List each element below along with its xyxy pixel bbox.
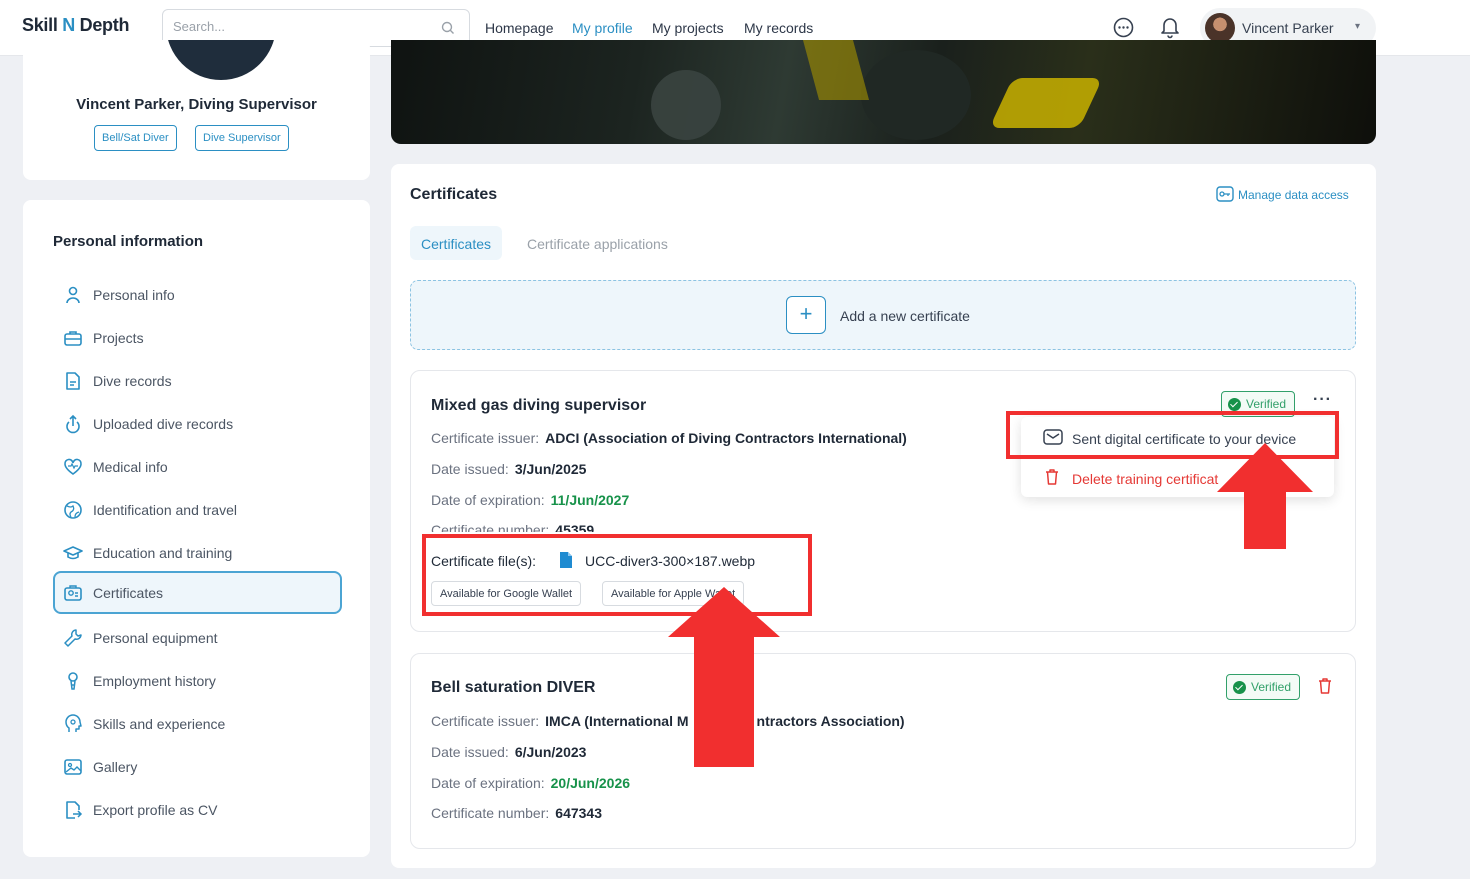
sidebar-item-label: Uploaded dive records [93, 416, 234, 432]
user-name: Vincent Parker [1242, 20, 1334, 36]
graduation-cap-icon [63, 546, 83, 560]
upload-icon [66, 414, 80, 434]
tab-certificate-applications[interactable]: Certificate applications [516, 226, 679, 260]
sidebar-item-label: Certificates [93, 585, 164, 601]
head-icon [65, 714, 82, 732]
heart-icon [64, 458, 82, 475]
tab-certificates[interactable]: Certificates [410, 226, 503, 260]
sidebar: Personal information Personal info Proje… [23, 200, 370, 857]
arrow-up-icon [1217, 443, 1313, 549]
certificate-card: Bell saturation DIVER Certificate issuer… [410, 653, 1356, 849]
sidebar-item-employment-history[interactable]: Employment history [53, 659, 342, 701]
date-issued-row: Date issued: 3/Jun/2025 [431, 461, 587, 477]
sidebar-item-certificates[interactable]: Certificates [53, 571, 342, 614]
chevron-down-icon: ▾ [1355, 21, 1361, 32]
section-title: Certificates [410, 186, 498, 203]
nav-homepage[interactable]: Homepage [485, 20, 554, 36]
document-icon [66, 372, 80, 390]
role-chip: Dive Supervisor [195, 125, 289, 151]
certificate-title: Bell saturation DIVER [431, 679, 596, 696]
arrow-up-icon [668, 587, 780, 767]
check-icon [1228, 398, 1241, 411]
delete-certificate-item[interactable]: Delete training certificat [1072, 471, 1218, 487]
profile-photo [166, 40, 276, 80]
avatar [1205, 13, 1235, 43]
issuer-row: Certificate issuer: ADCI (Association of … [431, 430, 907, 446]
check-icon [1233, 681, 1246, 694]
trash-icon [1046, 469, 1058, 485]
bell-icon[interactable] [1160, 16, 1180, 39]
sidebar-item-label: Gallery [93, 759, 138, 775]
nav-my-profile[interactable]: My profile [572, 20, 633, 36]
key-icon [1216, 186, 1234, 202]
profile-name: Vincent Parker, Diving Supervisor [76, 96, 317, 113]
more-options-icon[interactable]: ··· [1313, 391, 1332, 409]
sidebar-item-label: Employment history [93, 673, 216, 689]
sidebar-item-label: Identification and travel [93, 502, 237, 518]
sidebar-item-label: Dive records [93, 373, 172, 389]
wrench-icon [64, 629, 82, 647]
sidebar-item-uploaded-dive-records[interactable]: Uploaded dive records [53, 402, 342, 444]
profile-card: Vincent Parker, Diving Supervisor Bell/S… [23, 40, 370, 180]
search-icon[interactable] [441, 21, 455, 35]
manage-data-access-link[interactable]: Manage data access [1216, 186, 1349, 202]
person-icon [66, 286, 80, 304]
date-issued-row: Date issued: 6/Jun/2023 [431, 744, 587, 760]
sidebar-item-education-and-training[interactable]: Education and training [53, 531, 342, 573]
plus-icon[interactable]: + [786, 296, 826, 334]
sidebar-item-gallery[interactable]: Gallery [53, 745, 342, 787]
expiration-row: Date of expiration: 20/Jun/2026 [431, 775, 631, 791]
sidebar-item-projects[interactable]: Projects [53, 316, 342, 358]
role-chip: Bell/Sat Diver [94, 125, 177, 151]
sidebar-item-label: Personal equipment [93, 630, 218, 646]
sidebar-item-label: Medical info [93, 459, 168, 475]
sidebar-item-identification-and-travel[interactable]: Identification and travel [53, 488, 342, 530]
sidebar-item-label: Personal info [93, 287, 175, 303]
sidebar-item-personal-info[interactable]: Personal info [53, 273, 342, 315]
globe-icon [64, 501, 82, 519]
sidebar-item-dive-records[interactable]: Dive records [53, 359, 342, 401]
nav-my-records[interactable]: My records [744, 20, 813, 36]
sidebar-title: Personal information [53, 233, 204, 250]
chat-icon[interactable] [1112, 16, 1135, 39]
certificate-number-row: Certificate number: 647343 [431, 805, 602, 821]
sidebar-item-label: Skills and experience [93, 716, 226, 732]
app-logo[interactable]: Skill N Depth [22, 15, 129, 36]
trash-icon[interactable] [1318, 677, 1332, 694]
sidebar-item-label: Education and training [93, 545, 233, 561]
export-icon [66, 801, 83, 819]
sidebar-item-label: Projects [93, 330, 144, 346]
profile-banner-image [391, 40, 1376, 144]
certificate-title: Mixed gas diving supervisor [431, 397, 647, 414]
nav-my-projects[interactable]: My projects [652, 20, 724, 36]
expiration-row: Date of expiration: 11/Jun/2027 [431, 492, 630, 508]
sidebar-item-skills-and-experience[interactable]: Skills and experience [53, 702, 342, 744]
search-input[interactable] [173, 19, 423, 34]
certificate-icon [64, 585, 82, 601]
sidebar-item-export-profile-as-cv[interactable]: Export profile as CV [53, 788, 342, 830]
sidebar-item-label: Export profile as CV [93, 802, 218, 818]
briefcase-icon [64, 331, 82, 346]
medal-icon [68, 672, 78, 690]
sidebar-item-personal-equipment[interactable]: Personal equipment [53, 616, 342, 658]
image-icon [64, 759, 82, 775]
certificate-number-row: Certificate number: 45359 [431, 522, 595, 532]
verified-badge: Verified [1226, 674, 1301, 700]
sidebar-item-medical-info[interactable]: Medical info [53, 445, 342, 487]
add-certificate-area[interactable]: + Add a new certificate [410, 280, 1356, 350]
add-certificate-label: Add a new certificate [840, 308, 970, 324]
